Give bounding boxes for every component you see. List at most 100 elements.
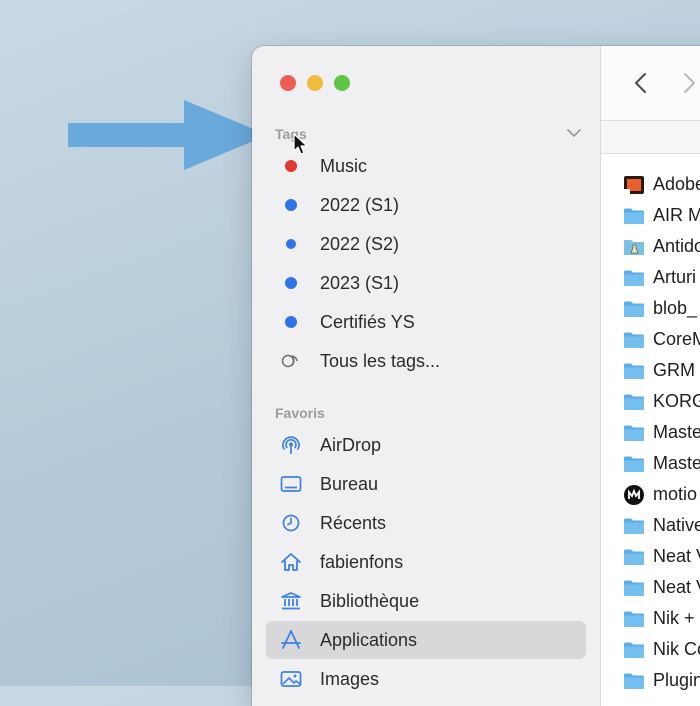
sidebar-item-label: Music: [320, 155, 368, 176]
file-row[interactable]: AIR M: [623, 200, 700, 231]
sidebar-item-label: 2022 (S1): [320, 194, 400, 215]
file-row[interactable]: Nik Co: [623, 634, 700, 665]
folder-icon: [623, 454, 645, 474]
sidebar-tag-music[interactable]: Music: [266, 147, 586, 185]
folder-icon: [623, 268, 645, 288]
blue-tag-dot-icon: [285, 199, 297, 211]
file-name: Antido: [653, 236, 700, 256]
file-row[interactable]: Neat V: [623, 541, 700, 572]
file-row[interactable]: motio: [623, 479, 697, 510]
home-icon: [281, 553, 301, 571]
file-row[interactable]: Nik +: [623, 603, 695, 634]
motion-app-icon: [623, 484, 645, 505]
red-tag-dot-icon: [285, 160, 297, 172]
sidebar-tag-certifies-ys[interactable]: Certifiés YS: [266, 303, 586, 341]
blue-tag-dot-icon: [285, 277, 297, 289]
all-tags-icon: [281, 354, 298, 368]
antidote-app-icon: [623, 237, 645, 257]
file-row[interactable]: Adobe: [623, 169, 700, 200]
folder-icon: [623, 547, 645, 567]
sidebar-item-label: Bureau: [320, 473, 379, 494]
sidebar-item-airdrop[interactable]: AirDrop: [266, 426, 586, 464]
file-name: Native: [653, 515, 700, 535]
folder-icon: [623, 361, 645, 381]
sidebar-all-tags[interactable]: Tous les tags...: [266, 342, 586, 380]
sidebar-item-label: Applications: [320, 629, 418, 650]
sidebar-item-label: 2022 (S2): [320, 233, 400, 254]
file-row[interactable]: Native: [623, 510, 700, 541]
minimize-button[interactable]: [307, 75, 323, 91]
file-row[interactable]: CoreM: [623, 324, 700, 355]
file-name: Maste: [653, 453, 700, 473]
sidebar-item-label: Certifiés YS: [320, 311, 415, 332]
file-name: Plugin: [653, 670, 700, 690]
adobe-app-icon: [623, 175, 645, 195]
file-name: Adobe: [653, 174, 700, 194]
toolbar: [601, 46, 700, 121]
blue-tag-dot-icon: [285, 316, 297, 328]
images-icon: [280, 671, 302, 687]
file-name: GRM: [653, 360, 695, 380]
sidebar-tag-2023-s1[interactable]: 2023 (S1): [266, 264, 586, 302]
desktop-icon: [280, 476, 302, 492]
file-name: KORG: [653, 391, 700, 411]
pointer-arrow-graphic: [68, 100, 268, 170]
sidebar-item-images[interactable]: Images: [266, 660, 586, 698]
file-name: Arturi: [653, 267, 697, 287]
folder-icon: [623, 516, 645, 536]
file-row[interactable]: Plugin: [623, 665, 700, 696]
sidebar-item-label: 2023 (S1): [320, 272, 400, 293]
window-controls: [280, 75, 350, 91]
zoom-button[interactable]: [334, 75, 350, 91]
airdrop-icon: [282, 436, 300, 454]
sidebar-tag-2022-s1[interactable]: 2022 (S1): [266, 186, 586, 224]
mouse-cursor-icon: [293, 133, 308, 155]
sidebar-item-bibliotheque[interactable]: Bibliothèque: [266, 582, 586, 620]
file-row[interactable]: Maste: [623, 448, 700, 479]
applications-icon: [281, 630, 301, 649]
file-name: CoreM: [653, 329, 700, 349]
file-row[interactable]: Antido: [623, 231, 700, 262]
blue-tag-dot-icon: [286, 239, 296, 249]
folder-icon: [623, 330, 645, 350]
file-row[interactable]: KORG: [623, 386, 700, 417]
finder-window: Tags Music 2022 (S1) 2022 (S2) 2023 (S1)…: [252, 46, 700, 706]
sidebar-item-label: Récents: [320, 512, 387, 533]
file-name: Nik +: [653, 608, 695, 628]
sidebar-item-label: fabienfons: [320, 551, 404, 572]
sidebar-item-label: Bibliothèque: [320, 590, 420, 611]
sidebar-item-recents[interactable]: Récents: [266, 504, 586, 542]
folder-icon: [623, 671, 645, 691]
file-name: Neat V: [653, 546, 700, 566]
file-row[interactable]: blob_: [623, 293, 697, 324]
library-icon: [281, 592, 301, 610]
sidebar-item-label: AirDrop: [320, 434, 382, 455]
chevron-down-icon[interactable]: [566, 126, 582, 140]
folder-icon: [623, 206, 645, 226]
file-name: Neat V: [653, 577, 700, 597]
file-name: Maste: [653, 422, 700, 442]
sidebar-item-bureau[interactable]: Bureau: [266, 465, 586, 503]
back-icon[interactable]: [633, 72, 649, 94]
forward-icon[interactable]: [681, 72, 697, 94]
file-name: motio: [653, 484, 698, 504]
file-row[interactable]: Maste: [623, 417, 700, 448]
close-button[interactable]: [280, 75, 296, 91]
file-row[interactable]: Arturi: [623, 262, 696, 293]
file-row[interactable]: Neat V: [623, 572, 700, 603]
clock-icon: [282, 514, 300, 532]
folder-icon: [623, 609, 645, 629]
folder-icon: [623, 299, 645, 319]
file-name: Nik Co: [653, 639, 700, 659]
sidebar-item-label: Images: [320, 668, 380, 689]
file-row[interactable]: GRM: [623, 355, 695, 386]
sidebar-tag-2022-s2[interactable]: 2022 (S2): [266, 225, 586, 263]
folder-icon: [623, 640, 645, 660]
folder-icon: [623, 392, 645, 412]
file-browser: Adobe AIR M Antido Arturi blob_ CoreM GRM KORG M…: [600, 46, 700, 706]
sidebar-item-applications[interactable]: Applications: [266, 621, 586, 659]
folder-icon: [623, 423, 645, 443]
file-name: AIR M: [653, 205, 700, 225]
sidebar-item-fabienfons[interactable]: fabienfons: [266, 543, 586, 581]
sidebar-item-label: Tous les tags...: [320, 350, 441, 371]
